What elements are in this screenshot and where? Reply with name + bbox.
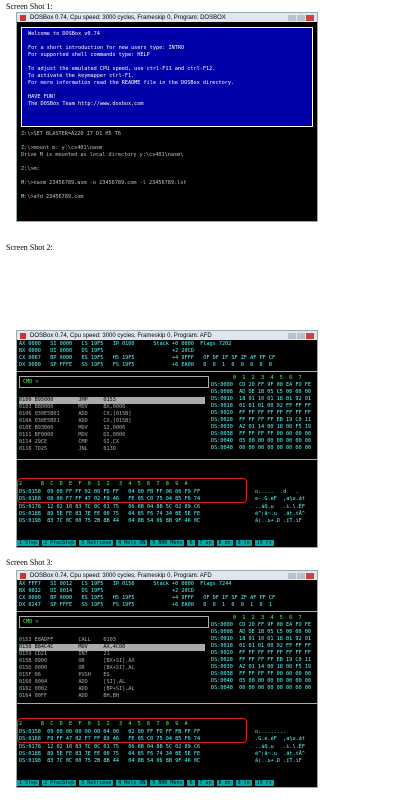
close-icon[interactable] [306,332,314,339]
dosbox-app-icon [20,572,26,579]
console-line: M:\>nasm 23456789.asm -o 23456789.com -l… [21,180,187,186]
key-ri[interactable]: 10 ri [254,779,274,786]
command-box[interactable]: CMD > [19,616,209,628]
key-dn[interactable]: 8 dn [216,779,233,786]
key-brk-menu[interactable]: 5 BRK Menu [150,539,185,546]
highlight-annotation [17,478,247,503]
close-icon[interactable] [306,14,314,21]
key-dn[interactable]: 8 dn [216,539,233,546]
key-step[interactable]: 1 Step [17,539,40,546]
window-controls [288,572,314,579]
minimize-icon[interactable] [288,572,296,579]
dosbox-app-icon [20,332,26,339]
console-line: Drive M is mounted as local directory y:… [21,152,184,158]
divider [17,703,317,704]
key-brk-menu[interactable]: 5 BRK Menu [150,779,185,786]
key-6[interactable]: 6 [187,779,195,786]
caption-shot-2: Screen Shot 2: [6,243,53,252]
banner-line: For more information read the README fil… [28,80,235,86]
banner-line: The DOSBox Team http://www.dosbox.com [28,101,144,107]
key-6[interactable]: 6 [187,539,195,546]
key-step[interactable]: 1 Step [17,779,40,786]
window-controls [288,332,314,339]
console-line: Z:\>SET BLASTER=A220 I7 D1 H5 T6 [21,131,121,137]
window-title: DOSBox 0.74, Cpu speed: 3000 cycles, Fra… [30,14,226,21]
key-ri[interactable]: 10 ri [254,539,274,546]
welcome-banner: Welcome to DOSBox v0.74 For a short intr… [21,27,313,127]
code-row[interactable]: 0164 00FF ADD BH,BH [19,693,119,700]
ascii-row: .G.e.éF ,a¼u.át [255,736,305,742]
code-row[interactable]: 0116 7D25 JNL 013D [19,446,116,453]
minimize-icon[interactable] [288,332,296,339]
dosbox-window-3: DOSBox 0.74, Cpu speed: 3000 cycles, Fra… [16,570,318,788]
function-key-bar: 1 Step 2 ProcStep 3 Retrieve 4 Help ON 5… [17,538,317,547]
minimize-icon[interactable] [288,14,296,21]
dosbox-window-1: DOSBox 0.74, Cpu speed: 3000 cycles, Fra… [16,12,318,222]
ascii-row: e-.G.eF ,a¼u.át [255,496,305,502]
key-procstep[interactable]: 2 ProcStep [42,539,77,546]
caption-shot-3: Screen Shot 3: [6,558,53,567]
dosbox-app-icon [20,14,26,21]
maximize-icon[interactable] [297,572,305,579]
window-controls [288,14,314,21]
dump-row: DS:0048 00 00 00 00 00 00 00 00 [211,685,311,691]
key-help[interactable]: 4 Help ON [116,779,148,786]
key-le[interactable]: 9 le [235,779,252,786]
maximize-icon[interactable] [297,14,305,21]
key-le[interactable]: 9 le [235,539,252,546]
key-retrieve[interactable]: 3 Retrieve [79,779,114,786]
window-titlebar: DOSBox 0.74, Cpu speed: 3000 cycles, Fra… [17,571,317,580]
banner-line: Welcome to DOSBox v0.74 [28,31,100,37]
key-up[interactable]: 7 up [197,539,214,546]
highlight-annotation [17,718,247,743]
window-title: DOSBox 0.74, Cpu speed: 3000 cycles, Fra… [30,332,212,339]
key-retrieve[interactable]: 3 Retrieve [79,539,114,546]
caption-shot-1: Screen Shot 1: [6,2,53,11]
command-box[interactable]: CMD > [19,376,209,388]
ascii-row: â|..u+.D .ïT.ïF [255,758,302,764]
divider [17,611,317,612]
banner-line: For supported shell commands type: HELP [28,52,150,58]
command-prompt: CMD > [23,379,39,385]
window-titlebar: DOSBox 0.74, Cpu speed: 3000 cycles, Fra… [17,331,317,340]
close-icon[interactable] [306,572,314,579]
register-line: DX 0000 SP FFFE SS 19F5 FS 19F5 +6 EA00 … [19,362,272,368]
memory-row: DS:0198 83 7C 0C 00 75 2B 8B 44 04 8B 54… [19,518,201,524]
key-procstep[interactable]: 2 ProcStep [42,779,77,786]
dosbox-window-2: DOSBox 0.74, Cpu speed: 3000 cycles, Fra… [16,330,318,548]
key-up[interactable]: 7 up [197,779,214,786]
function-key-bar: 1 Step 2 ProcStep 3 Retrieve 4 Help ON 5… [17,778,317,787]
divider [17,459,317,460]
dump-row: DS:0048 00 00 00 00 00 00 00 00 [211,445,311,451]
window-titlebar: DOSBox 0.74, Cpu speed: 3000 cycles, Fra… [17,13,317,22]
register-line: DX 0247 SP FFFE SS 19F5 FS 19F5 +6 EA00 … [19,602,272,608]
key-help[interactable]: 4 Help ON [116,539,148,546]
memory-row: DS:0198 83 7C 0C 00 75 2B 8B 44 04 8B 54… [19,758,201,764]
window-title: DOSBox 0.74, Cpu speed: 3000 cycles, Fra… [30,572,212,579]
command-prompt: CMD > [23,619,39,625]
divider [17,371,317,372]
console-line: Z:\>m: [21,166,40,172]
console-line: M:\>afd 23456789.com [21,194,84,200]
maximize-icon[interactable] [297,332,305,339]
ascii-row: â|..u+.D .ïT.ïF [255,518,302,524]
